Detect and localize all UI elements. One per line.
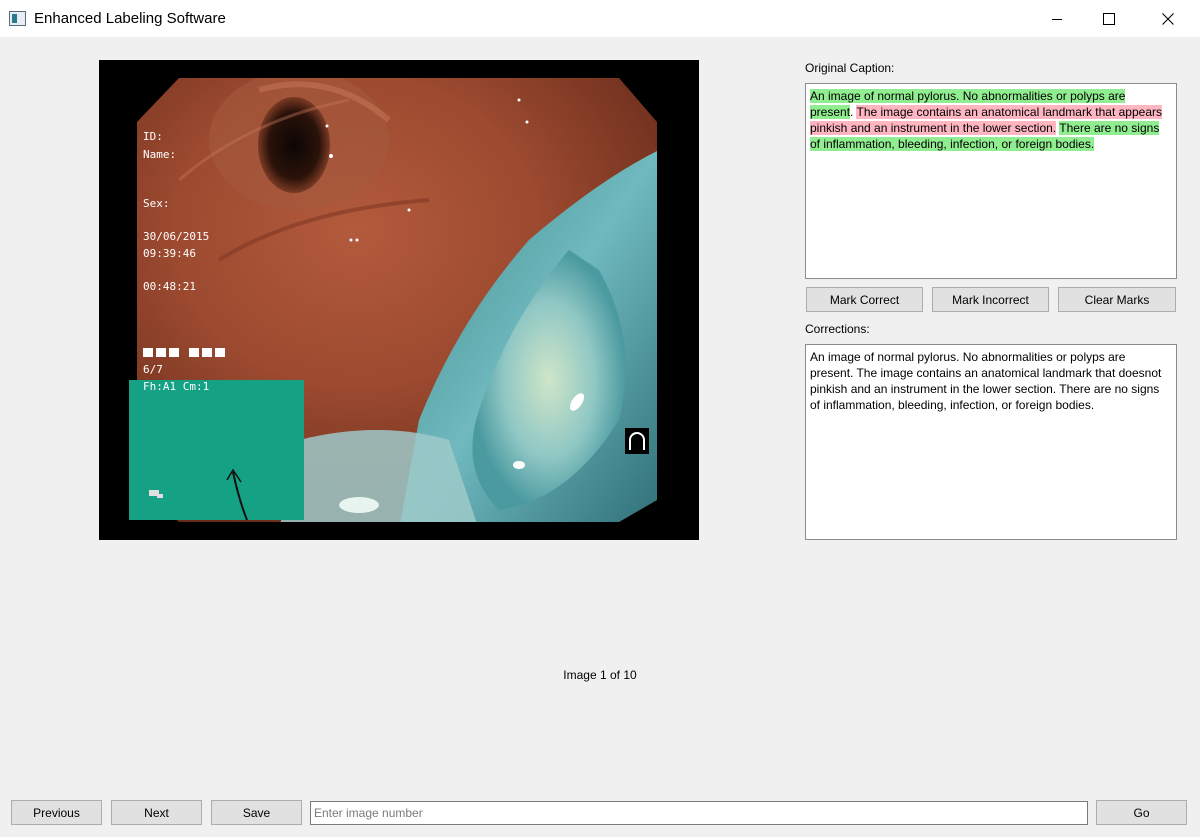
maximize-button[interactable] <box>1086 0 1132 38</box>
overlay-date: 30/06/2015 <box>143 230 209 243</box>
overlay-sex-label: Sex: <box>143 197 170 210</box>
overlay-elapsed: 00:48:21 <box>143 280 196 293</box>
title-bar: Enhanced Labeling Software <box>0 0 1200 38</box>
mark-incorrect-button[interactable]: Mark Incorrect <box>932 287 1049 312</box>
app-icon <box>9 11 26 26</box>
clear-marks-button[interactable]: Clear Marks <box>1058 287 1176 312</box>
image-counter-status: Image 1 of 10 <box>563 668 637 682</box>
overlay-name-label: Name: <box>143 148 176 161</box>
overlay-time: 09:39:46 <box>143 247 196 260</box>
minimize-button[interactable] <box>1034 0 1080 38</box>
previous-button[interactable]: Previous <box>11 800 102 825</box>
close-icon <box>1162 13 1174 25</box>
go-button[interactable]: Go <box>1096 800 1187 825</box>
save-button[interactable]: Save <box>211 800 302 825</box>
corrections-label: Corrections: <box>805 322 870 336</box>
overlay-counter: 6/7 <box>143 363 163 376</box>
endoscopy-image-graphic: ID: Name: Sex: 30/06/2015 09:39:46 00:48… <box>99 60 699 540</box>
endoscopy-image: ID: Name: Sex: 30/06/2015 09:39:46 00:48… <box>99 60 699 540</box>
original-caption-label: Original Caption: <box>805 61 895 75</box>
overlay-settings: Fh:A1 Cm:1 <box>143 380 209 393</box>
image-number-input[interactable] <box>310 801 1088 825</box>
maximize-icon <box>1103 13 1115 25</box>
window-title: Enhanced Labeling Software <box>34 10 226 27</box>
mark-correct-button[interactable]: Mark Correct <box>806 287 923 312</box>
overlay-id-label: ID: <box>143 130 163 143</box>
original-caption-textbox[interactable]: An image of normal pylorus. No abnormali… <box>805 83 1177 279</box>
next-button[interactable]: Next <box>111 800 202 825</box>
close-button[interactable] <box>1145 0 1191 38</box>
corrections-textbox[interactable]: An image of normal pylorus. No abnormali… <box>805 344 1177 540</box>
minimize-icon <box>1052 19 1062 20</box>
